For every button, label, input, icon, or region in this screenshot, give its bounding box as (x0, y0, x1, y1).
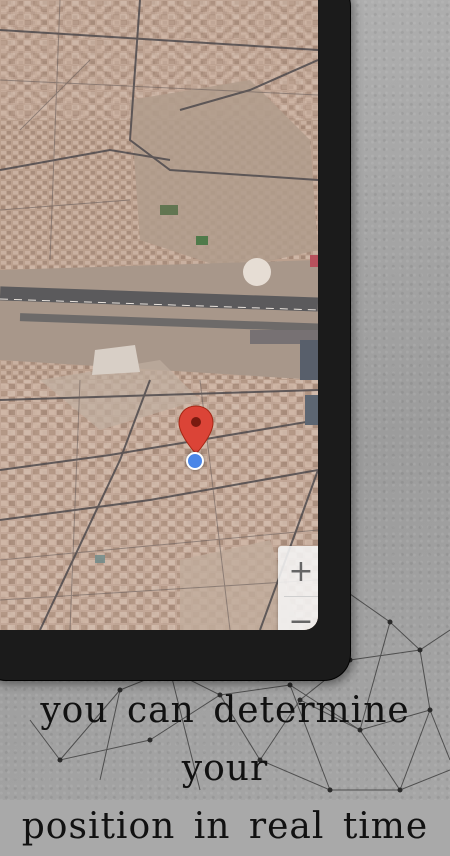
promo-caption: you can determine your position in real … (0, 682, 450, 856)
satellite-map[interactable]: + − (0, 0, 318, 630)
phone-frame: + − (0, 0, 350, 680)
current-location-dot (186, 452, 204, 470)
zoom-in-button[interactable]: + (278, 546, 318, 596)
satellite-imagery (0, 0, 318, 630)
caption-line-2: position in real time (21, 806, 429, 847)
caption-line-1: you can determine your (40, 690, 410, 789)
zoom-out-button[interactable]: − (278, 596, 318, 631)
zoom-controls: + − (278, 546, 318, 630)
